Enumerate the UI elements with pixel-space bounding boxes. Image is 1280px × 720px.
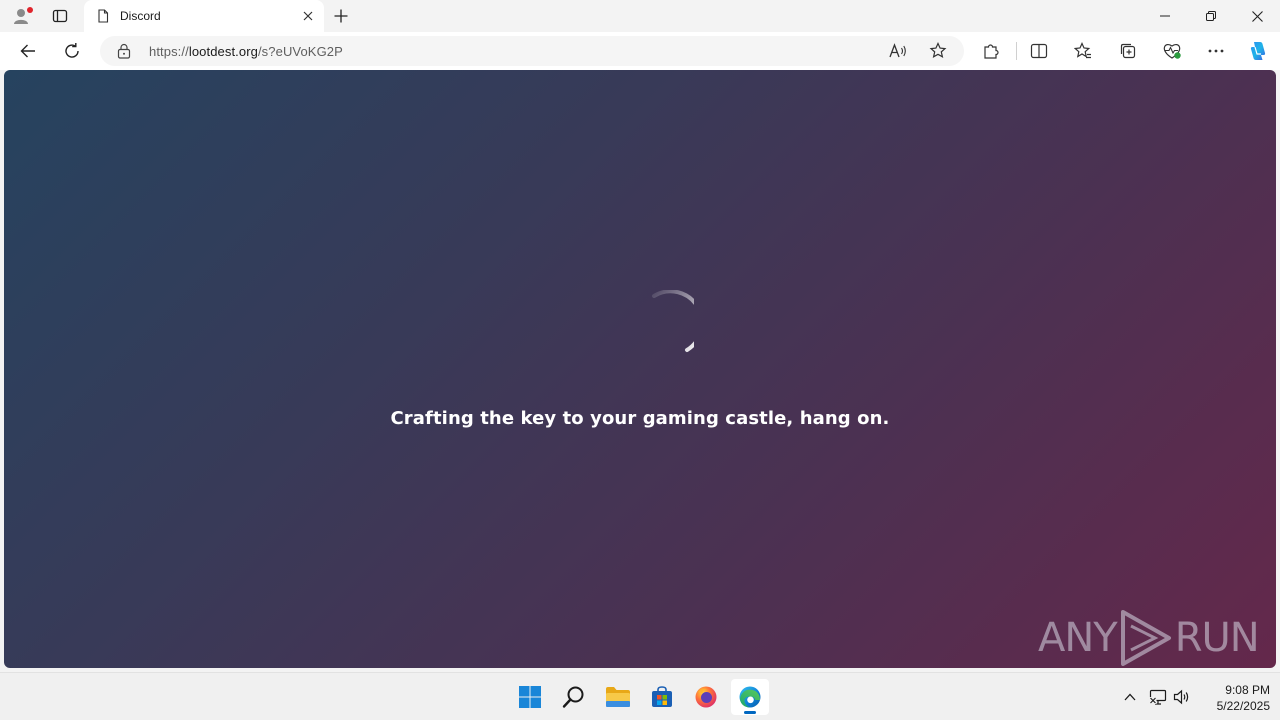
show-hidden-icons-button[interactable]: [1120, 687, 1140, 707]
tab-actions-icon: [52, 9, 68, 23]
notification-dot: [27, 7, 33, 13]
profile-button[interactable]: [6, 3, 36, 29]
file-explorer-button[interactable]: [599, 679, 637, 715]
minimize-button[interactable]: [1142, 0, 1188, 32]
read-aloud-icon: [889, 43, 906, 58]
close-icon: [303, 11, 313, 21]
puzzle-icon: [984, 44, 999, 59]
firefox-icon: [695, 686, 717, 708]
search-button[interactable]: [555, 679, 593, 715]
add-favorite-button[interactable]: [924, 38, 952, 64]
microsoft-store-button[interactable]: [643, 679, 681, 715]
tab-strip: Discord: [0, 0, 1280, 32]
clock-time: 9:08 PM: [1225, 683, 1270, 697]
new-tab-button[interactable]: [328, 3, 354, 29]
folder-icon: [606, 687, 630, 707]
loading-spinner-icon: [652, 290, 694, 352]
edge-button[interactable]: [731, 679, 769, 715]
copilot-button[interactable]: [1243, 37, 1273, 65]
url-text: https://lootdest.org/s?eUVoKG2P: [149, 44, 343, 59]
close-icon: [1251, 10, 1263, 22]
firefox-button[interactable]: [687, 679, 725, 715]
refresh-button[interactable]: [57, 37, 87, 65]
speaker-icon: [1173, 689, 1189, 705]
heartbeat-icon: [1163, 44, 1181, 59]
taskbar: 9:08 PM 5/22/2025: [0, 672, 1280, 720]
page-icon: [98, 9, 109, 23]
start-button[interactable]: [511, 679, 549, 715]
anyrun-watermark: ANY RUN: [1038, 608, 1260, 668]
tab-close-button[interactable]: [300, 8, 316, 24]
close-window-button[interactable]: [1234, 0, 1280, 32]
web-content: Crafting the key to your gaming castle, …: [4, 70, 1276, 668]
chevron-up-icon: [1124, 693, 1136, 701]
arrow-left-icon: [20, 44, 35, 58]
edge-icon: [739, 686, 761, 708]
network-icon: [1149, 689, 1167, 705]
favorites-button[interactable]: [1068, 37, 1098, 65]
favorites-icon: [1074, 42, 1091, 59]
url-scheme: https://: [149, 44, 189, 59]
loading-message: Crafting the key to your gaming castle, …: [390, 408, 890, 429]
minimize-icon: [1160, 15, 1170, 17]
store-icon: [652, 686, 672, 707]
browser-toolbar: https://lootdest.org/s?eUVoKG2P: [0, 32, 1280, 70]
star-plus-icon: [929, 42, 947, 58]
tab-actions-button[interactable]: [45, 3, 75, 29]
search-icon: [562, 686, 584, 708]
play-logo-icon: [1120, 610, 1171, 666]
url-path: /s?eUVoKG2P: [257, 44, 343, 59]
clock-date: 5/22/2025: [1216, 699, 1270, 713]
network-button[interactable]: [1148, 687, 1168, 707]
copilot-icon: [1250, 42, 1266, 60]
collections-icon: [1120, 43, 1136, 59]
split-screen-icon: [1030, 43, 1048, 59]
restore-button[interactable]: [1188, 0, 1234, 32]
extensions-button[interactable]: [976, 37, 1006, 65]
read-aloud-button[interactable]: [884, 38, 912, 64]
plus-icon: [334, 9, 348, 23]
system-clock[interactable]: 9:08 PM 5/22/2025: [1196, 682, 1270, 714]
address-bar[interactable]: https://lootdest.org/s?eUVoKG2P: [100, 36, 964, 66]
windows-logo-icon: [519, 686, 541, 708]
refresh-icon: [65, 43, 79, 58]
watermark-text-left: ANY: [1038, 615, 1118, 661]
tab-title: Discord: [120, 9, 161, 23]
watermark-text-right: RUN: [1174, 615, 1260, 661]
split-screen-button[interactable]: [1024, 37, 1054, 65]
lock-icon[interactable]: [117, 43, 131, 59]
more-icon: [1208, 49, 1224, 53]
restore-icon: [1206, 11, 1216, 21]
tab-discord[interactable]: Discord: [84, 0, 324, 32]
back-button[interactable]: [13, 37, 43, 65]
settings-more-button[interactable]: [1201, 37, 1231, 65]
volume-button[interactable]: [1172, 687, 1192, 707]
url-host: lootdest.org: [188, 44, 258, 59]
browser-essentials-button[interactable]: [1157, 37, 1187, 65]
toolbar-separator: [1016, 42, 1017, 60]
collections-button[interactable]: [1113, 37, 1143, 65]
